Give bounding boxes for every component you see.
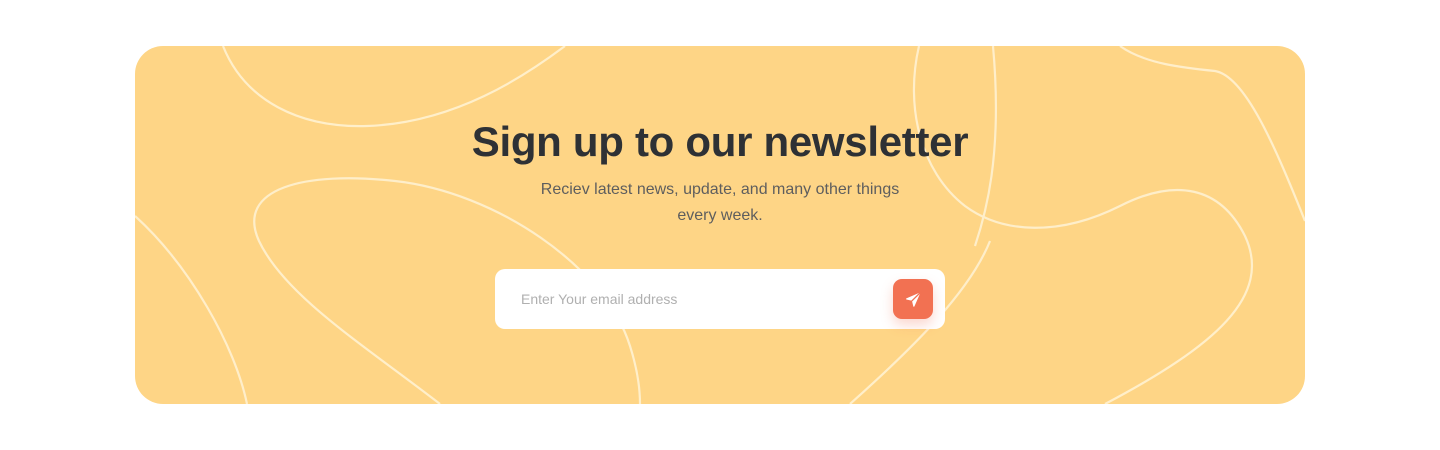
- newsletter-title: Sign up to our newsletter: [471, 118, 969, 165]
- newsletter-content: Sign up to our newsletter Reciev latest …: [135, 46, 1305, 404]
- page: Sign up to our newsletter Reciev latest …: [0, 0, 1440, 450]
- newsletter-card: Sign up to our newsletter Reciev latest …: [135, 46, 1305, 404]
- newsletter-subtitle: Reciev latest news, update, and many oth…: [540, 181, 900, 224]
- send-button[interactable]: [893, 279, 933, 319]
- paper-plane-icon: [906, 292, 921, 307]
- newsletter-signup-form: [495, 269, 945, 329]
- email-input[interactable]: [521, 269, 893, 329]
